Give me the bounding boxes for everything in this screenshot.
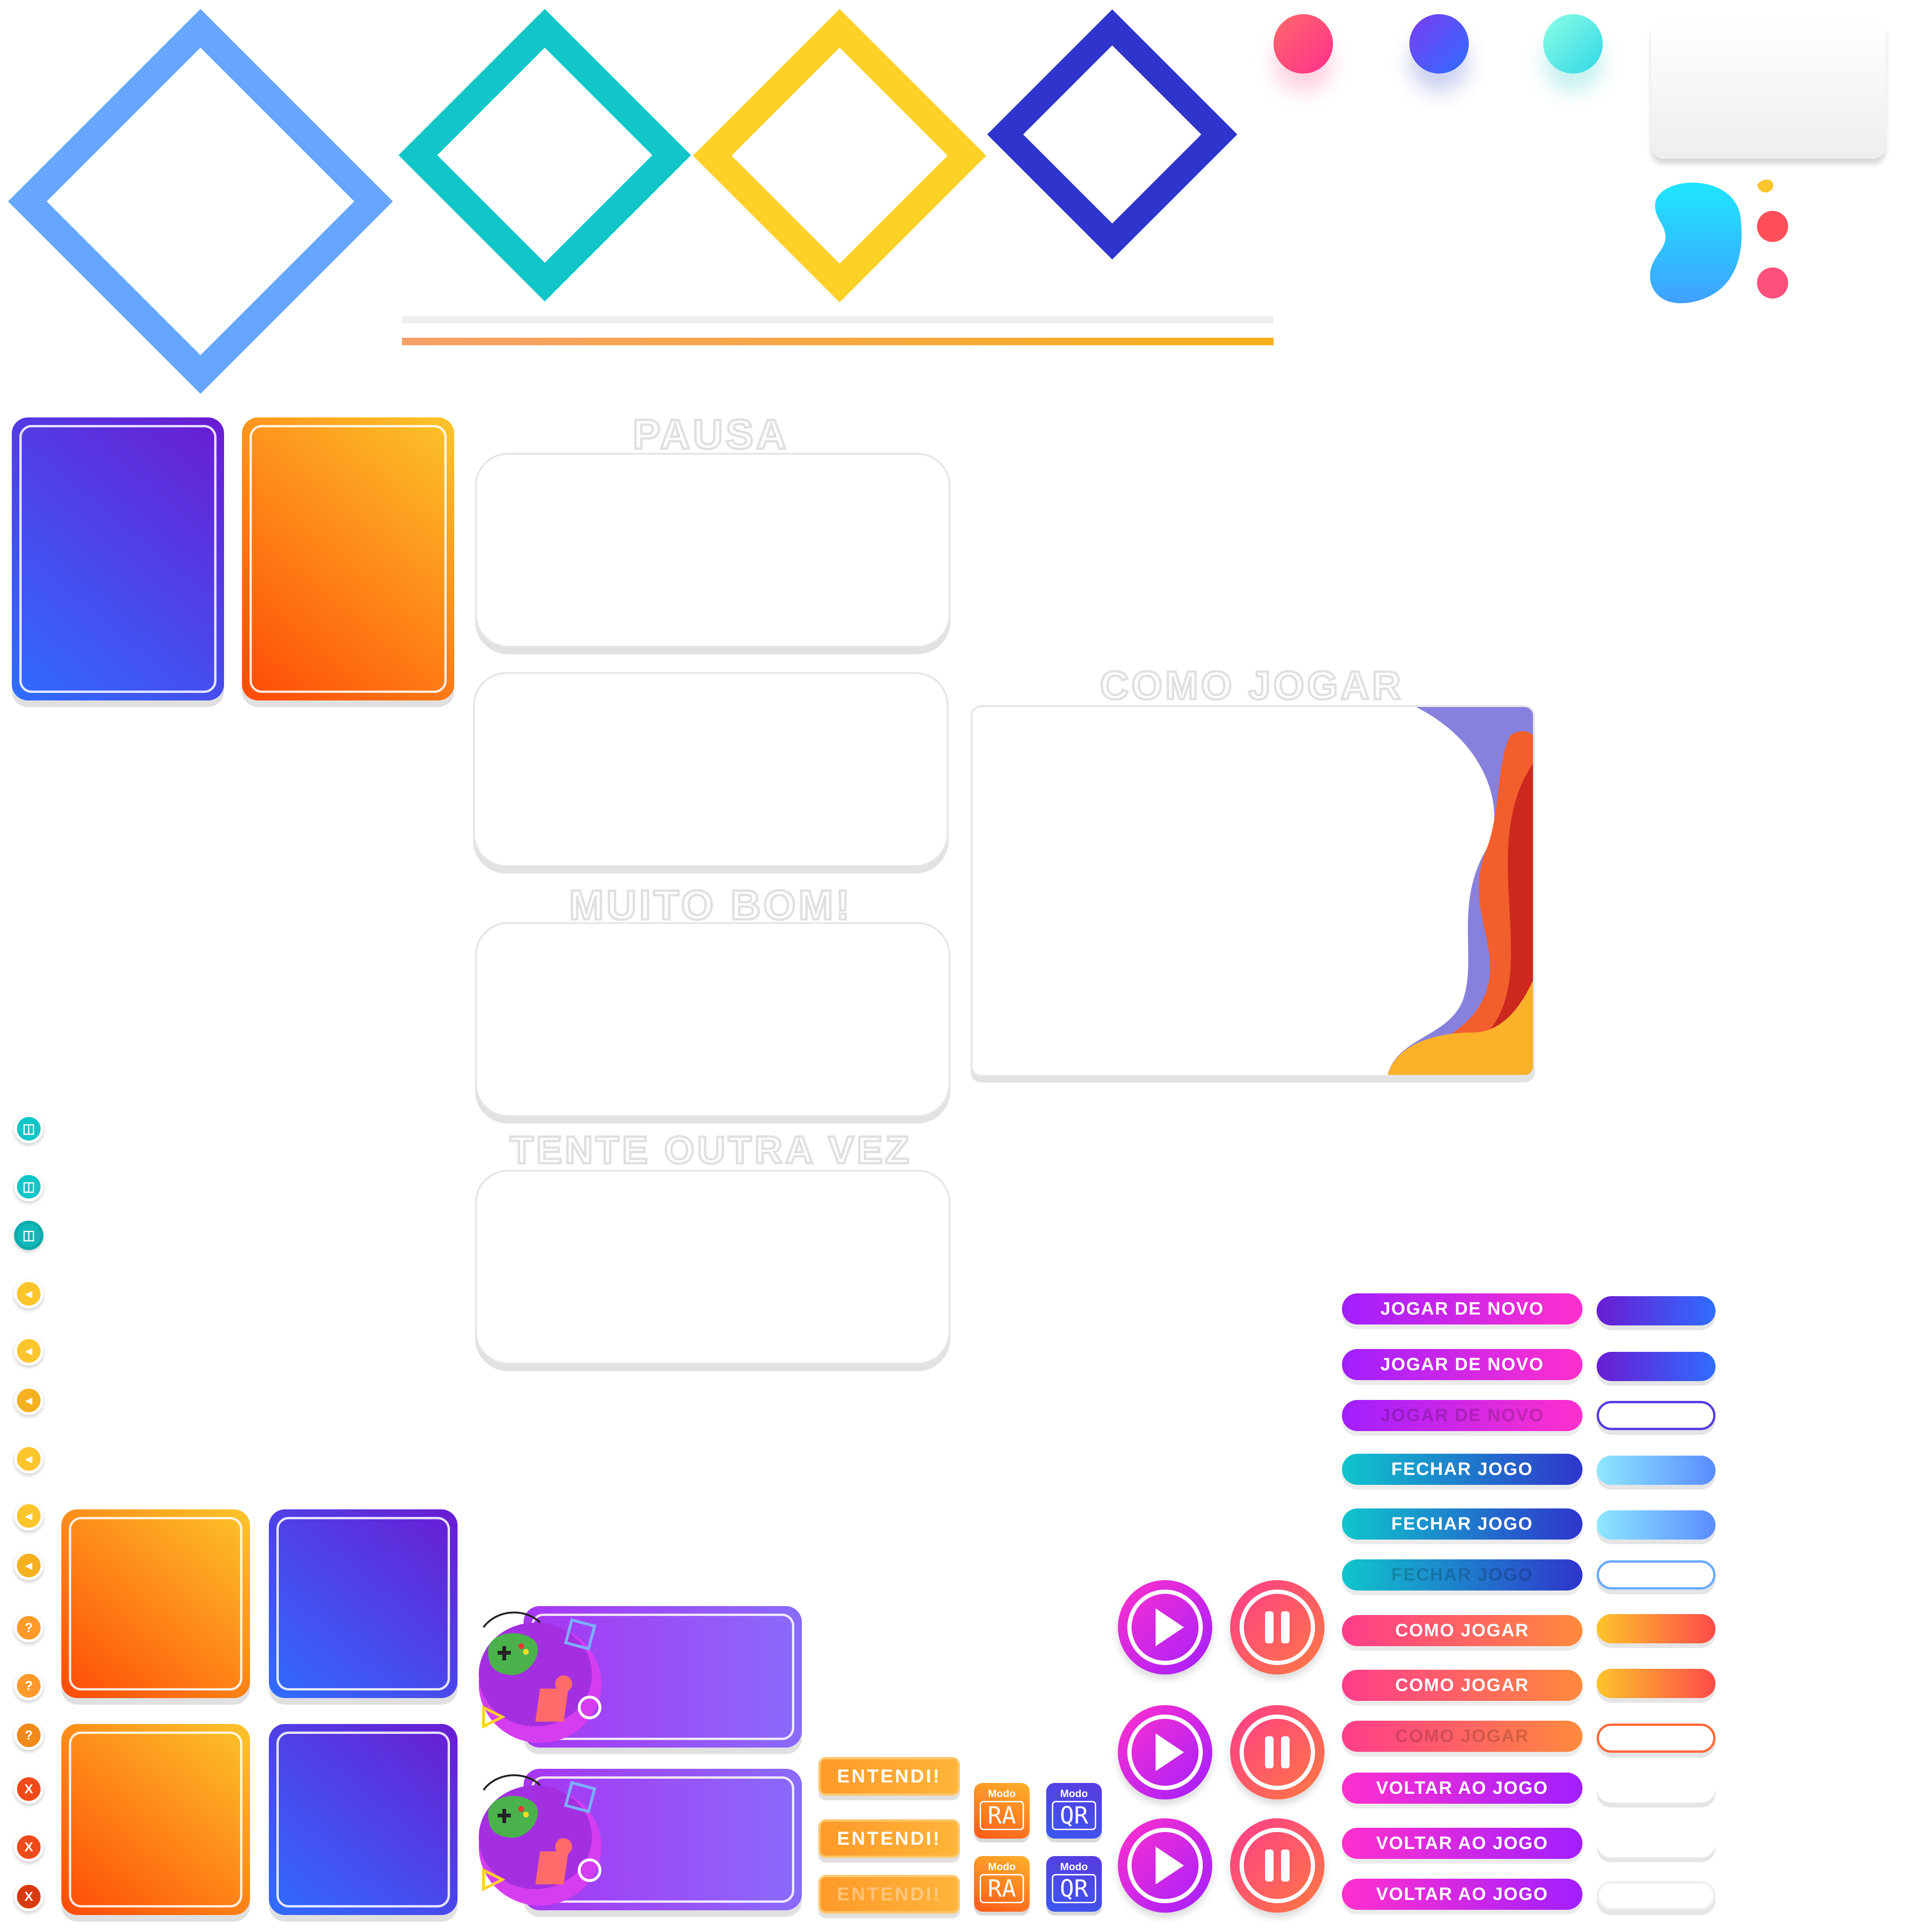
pause-button-3[interactable] <box>1230 1818 1324 1913</box>
mini-pill-purple-2[interactable] <box>1597 1352 1715 1381</box>
fechar-jogo-button-disabled[interactable]: FECHAR JOGO <box>1342 1559 1582 1591</box>
pause-button-2[interactable] <box>1230 1705 1324 1799</box>
play-button-3[interactable] <box>1118 1818 1212 1913</box>
pause-panel <box>475 453 950 648</box>
como-jogar-button-hover[interactable]: COMO JOGAR <box>1342 1670 1582 1701</box>
como-jogar-button-disabled[interactable]: COMO JOGAR <box>1342 1721 1582 1752</box>
como-jogar-button[interactable]: COMO JOGAR <box>1342 1615 1582 1646</box>
mini-pill-blue[interactable] <box>1597 1456 1715 1485</box>
modo-ra-label: RA <box>980 1874 1024 1903</box>
yellow-diamond <box>692 8 987 303</box>
modo-qr-label: QR <box>1052 1874 1096 1903</box>
speaker-icon-2[interactable]: ◂ <box>14 1336 43 1366</box>
progress-track <box>402 316 1274 324</box>
purple-square-1 <box>269 1509 458 1698</box>
navy-diamond <box>987 9 1238 260</box>
como-jogar-panel <box>971 705 1535 1077</box>
fechar-jogo-button-hover[interactable]: FECHAR JOGO <box>1342 1508 1582 1540</box>
mini-pill-orange-2[interactable] <box>1597 1669 1715 1698</box>
voltar-ao-jogo-button-pressed[interactable]: VOLTAR AO JOGO <box>1342 1879 1582 1910</box>
mini-pill-white-2[interactable] <box>1597 1828 1715 1857</box>
modo-qr-label: QR <box>1052 1801 1096 1830</box>
play-button-2[interactable] <box>1118 1705 1212 1799</box>
como-jogar-wave <box>1388 707 1533 1075</box>
como-jogar-title: COMO JOGAR <box>1099 662 1404 709</box>
play-button[interactable] <box>1118 1580 1212 1674</box>
voltar-ao-jogo-button-hover[interactable]: VOLTAR AO JOGO <box>1342 1828 1582 1859</box>
jogar-de-novo-button[interactable]: JOGAR DE NOVO <box>1342 1293 1582 1324</box>
modo-label: Modo <box>988 1861 1016 1873</box>
diamond-decorations <box>8 8 1274 394</box>
vibrate-icon[interactable]: ◫ <box>14 1114 43 1143</box>
pause-button[interactable] <box>1230 1580 1324 1674</box>
modo-label: Modo <box>1060 1861 1088 1873</box>
mini-pill-orange-outline[interactable] <box>1597 1724 1715 1753</box>
speaker-icon-4[interactable]: ◂ <box>14 1444 43 1474</box>
help-icon-2[interactable]: ? <box>14 1671 43 1700</box>
close-icon-3[interactable]: X <box>14 1882 43 1911</box>
orange-card <box>242 417 454 700</box>
mini-pill-blue-outline[interactable] <box>1597 1560 1715 1590</box>
mini-pill-white-outline[interactable] <box>1597 1881 1715 1910</box>
tente-title: TENTE OUTRA VEZ <box>508 1128 912 1173</box>
modo-qr-button-2[interactable]: Modo QR <box>1046 1856 1102 1912</box>
entendi-button[interactable]: ENTENDI! <box>818 1757 960 1796</box>
pause-icon <box>1265 1611 1290 1643</box>
cyan-orb <box>1543 14 1603 74</box>
jogar-de-novo-button-disabled[interactable]: JOGAR DE NOVO <box>1342 1400 1582 1431</box>
modo-label: Modo <box>1060 1788 1088 1799</box>
close-icon-2[interactable]: X <box>14 1832 43 1862</box>
modo-qr-button[interactable]: Modo QR <box>1046 1783 1102 1839</box>
play-icon <box>1156 1733 1184 1771</box>
jogar-de-novo-button-hover[interactable]: JOGAR DE NOVO <box>1342 1349 1582 1380</box>
mini-pill-blue-2[interactable] <box>1597 1510 1715 1540</box>
entendi-button-hover[interactable]: ENTENDI! <box>818 1819 960 1858</box>
speaker-icon-3[interactable]: ◂ <box>14 1386 43 1415</box>
speaker-icon-6[interactable]: ◂ <box>14 1551 43 1580</box>
play-icon <box>1156 1608 1184 1646</box>
speaker-icon-5[interactable]: ◂ <box>14 1501 43 1531</box>
white-card <box>1651 19 1886 158</box>
mini-pill-purple-outline[interactable] <box>1597 1401 1715 1430</box>
blank-panel <box>473 672 949 867</box>
gamepad-icon-2 <box>479 1774 601 1906</box>
tente-panel <box>475 1170 950 1365</box>
pause-icon <box>1265 1736 1290 1768</box>
mini-pill-white[interactable] <box>1597 1774 1715 1803</box>
blue-orb <box>1409 14 1469 74</box>
modo-ra-label: RA <box>980 1801 1024 1830</box>
pink-orb <box>1274 14 1333 74</box>
progress-bar <box>402 338 1274 345</box>
purple-card <box>12 417 224 700</box>
muito-bom-title: MUITO BOM! <box>568 881 853 930</box>
blob-decoration <box>1650 179 1788 303</box>
pause-title: PAUSA <box>632 410 789 459</box>
teal-diamond <box>398 8 691 302</box>
vibrate-icon-3[interactable]: ◫ <box>14 1221 43 1250</box>
muito-bom-panel <box>475 922 950 1117</box>
vibrate-icon-2[interactable]: ◫ <box>14 1172 43 1201</box>
gamepad-icon <box>479 1611 601 1743</box>
blue-diamond <box>8 8 393 394</box>
voltar-ao-jogo-button[interactable]: VOLTAR AO JOGO <box>1342 1773 1582 1804</box>
modo-label: Modo <box>988 1788 1016 1799</box>
modo-ra-button[interactable]: Modo RA <box>974 1783 1030 1839</box>
modo-ra-button-2[interactable]: Modo RA <box>974 1856 1030 1912</box>
mini-pill-purple[interactable] <box>1597 1296 1715 1325</box>
mini-pill-orange[interactable] <box>1597 1614 1715 1643</box>
entendi-button-disabled[interactable]: ENTENDI! <box>818 1875 960 1914</box>
play-icon <box>1156 1847 1184 1884</box>
speaker-icon[interactable]: ◂ <box>14 1279 43 1308</box>
fechar-jogo-button[interactable]: FECHAR JOGO <box>1342 1454 1582 1485</box>
orange-square-1 <box>61 1509 250 1698</box>
help-icon-3[interactable]: ? <box>14 1721 43 1750</box>
purple-square-2 <box>269 1724 458 1915</box>
help-icon[interactable]: ? <box>14 1613 43 1642</box>
orange-square-2 <box>61 1724 250 1915</box>
close-icon[interactable]: X <box>14 1774 43 1804</box>
pause-icon <box>1265 1849 1290 1882</box>
